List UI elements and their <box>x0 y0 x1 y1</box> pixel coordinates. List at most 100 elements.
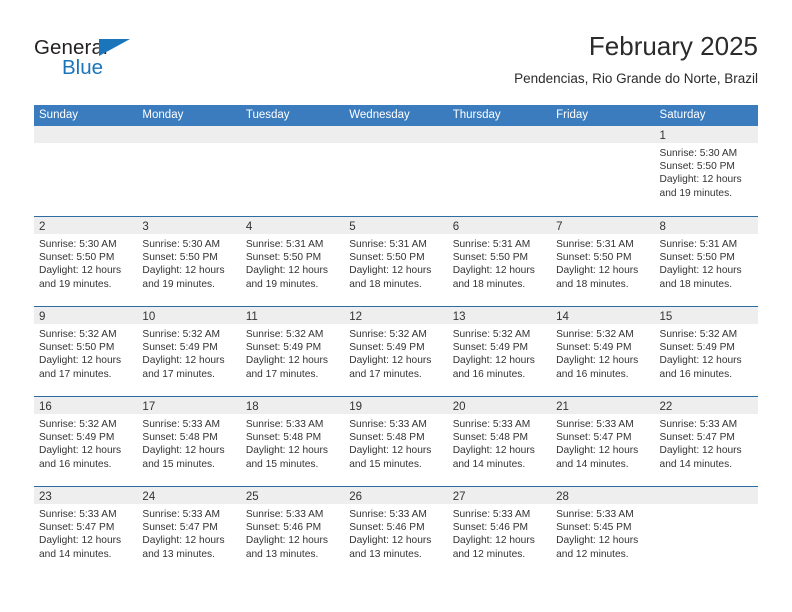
day-number: 27 <box>452 491 466 503</box>
day-details: Sunrise: 5:31 AM Sunset: 5:50 PM Daylight:… <box>448 234 551 291</box>
day-cell-empty <box>344 126 448 216</box>
day-cell[interactable]: 23 Sunrise: 5:33 AM Sunset: 5:47 PM Dayligh… <box>34 487 138 576</box>
sunset-text: Sunset: 5:49 PM <box>556 342 632 354</box>
sunset-text: Sunset: 5:50 PM <box>142 252 218 264</box>
day-cell[interactable]: 10 Sunrise: 5:32 AM Sunset: 5:49 PM Dayligh… <box>137 307 241 396</box>
daylight-text-line1: Daylight: 12 hours <box>659 265 742 277</box>
day-cell[interactable]: 7 Sunrise: 5:31 AM Sunset: 5:50 PM Daylight… <box>551 217 655 306</box>
daylight-text-line1: Daylight: 12 hours <box>245 355 328 367</box>
daylight-text-line1: Daylight: 12 hours <box>245 445 328 457</box>
day-cell[interactable]: 20 Sunrise: 5:33 AM Sunset: 5:48 PM Dayligh… <box>447 397 552 486</box>
day-cell[interactable]: 12 Sunrise: 5:32 AM Sunset: 5:49 PM Dayligh… <box>344 307 448 396</box>
day-number: 25 <box>245 491 259 503</box>
daylight-text-line2: and 16 minutes. <box>452 368 526 380</box>
daylight-text-line1: Daylight: 12 hours <box>452 355 535 367</box>
sunrise-text: Sunrise: 5:32 AM <box>245 329 324 340</box>
day-details: Sunrise: 5:31 AM Sunset: 5:50 PM Daylight:… <box>551 234 654 291</box>
page-title: February 2025 <box>588 31 758 61</box>
day-details: Sunrise: 5:32 AM Sunset: 5:49 PM Daylight:… <box>448 324 551 381</box>
sunrise-text: Sunrise: 5:30 AM <box>142 239 221 250</box>
day-cell[interactable]: 25 Sunrise: 5:33 AM Sunset: 5:46 PM Dayligh… <box>240 487 345 576</box>
day-number-band: 24 <box>137 487 241 504</box>
sunrise-text: Sunrise: 5:31 AM <box>659 239 738 250</box>
day-number: 21 <box>556 401 569 413</box>
day-number: 12 <box>349 311 363 323</box>
week-row: 2 Sunrise: 5:30 AM Sunset: 5:50 PM Daylight… <box>34 216 758 306</box>
day-cell[interactable]: 6 Sunrise: 5:31 AM Sunset: 5:50 PM Daylight… <box>447 217 552 306</box>
sunset-text: Sunset: 5:48 PM <box>245 432 322 444</box>
daylight-text-line2: and 12 minutes. <box>556 548 629 560</box>
day-cell[interactable]: 16 Sunrise: 5:32 AM Sunset: 5:49 PM Dayligh… <box>34 397 138 486</box>
sunrise-text: Sunrise: 5:31 AM <box>245 239 324 250</box>
brand-name-blue: Blue <box>62 56 104 79</box>
sunset-text: Sunset: 5:47 PM <box>556 432 632 444</box>
day-cell[interactable]: 18 Sunrise: 5:33 AM Sunset: 5:48 PM Dayligh… <box>240 397 345 486</box>
daylight-text-line2: and 15 minutes. <box>349 458 422 470</box>
day-cell[interactable]: 5 Sunrise: 5:31 AM Sunset: 5:50 PM Daylight… <box>344 217 448 306</box>
day-cell[interactable]: 8 Sunrise: 5:31 AM Sunset: 5:50 PM Daylight… <box>654 217 758 306</box>
day-number: 3 <box>142 221 149 233</box>
sunrise-text: Sunrise: 5:31 AM <box>556 239 634 250</box>
day-details: Sunrise: 5:32 AM Sunset: 5:49 PM Daylight:… <box>551 324 654 381</box>
day-cell[interactable]: 1 Sunrise: 5:30 AM Sunset: 5:50 PM Daylight… <box>654 126 758 216</box>
brand-logo[interactable]: General Blue <box>34 36 164 88</box>
sunrise-text: Sunrise: 5:30 AM <box>659 148 738 159</box>
day-cell[interactable]: 3 Sunrise: 5:30 AM Sunset: 5:50 PM Daylight… <box>137 217 241 306</box>
sunset-text: Sunset: 5:50 PM <box>556 252 632 264</box>
day-cell[interactable]: 11 Sunrise: 5:32 AM Sunset: 5:49 PM Dayligh… <box>240 307 345 396</box>
day-cell[interactable]: 2 Sunrise: 5:30 AM Sunset: 5:50 PM Daylight… <box>34 217 138 306</box>
day-cell[interactable]: 19 Sunrise: 5:33 AM Sunset: 5:48 PM Dayligh… <box>344 397 448 486</box>
day-cell-empty <box>654 487 758 576</box>
daylight-text-line1: Daylight: 12 hours <box>39 445 122 457</box>
daylight-text-line1: Daylight: 12 hours <box>556 265 639 277</box>
day-number: 11 <box>245 311 258 323</box>
sunrise-text: Sunrise: 5:32 AM <box>659 329 738 340</box>
day-number-band: 15 <box>654 307 758 324</box>
day-cell[interactable]: 15 Sunrise: 5:32 AM Sunset: 5:49 PM Dayligh… <box>654 307 758 396</box>
day-number-band: 23 <box>34 487 138 504</box>
sunset-text: Sunset: 5:48 PM <box>349 432 425 444</box>
daylight-text-line2: and 13 minutes. <box>245 548 319 560</box>
day-cell[interactable]: 24 Sunrise: 5:33 AM Sunset: 5:47 PM Dayligh… <box>137 487 241 576</box>
day-cell[interactable]: 9 Sunrise: 5:32 AM Sunset: 5:50 PM Daylight… <box>34 307 138 396</box>
triangle-logo-icon <box>99 39 130 56</box>
day-cell[interactable]: 28 Sunrise: 5:33 AM Sunset: 5:45 PM Dayligh… <box>551 487 655 576</box>
daylight-text-line2: and 17 minutes. <box>349 368 422 380</box>
daylight-text-line2: and 16 minutes. <box>556 368 629 380</box>
sunset-text: Sunset: 5:49 PM <box>39 432 115 444</box>
daylight-text-line1: Daylight: 12 hours <box>349 265 432 277</box>
day-details: Sunrise: 5:30 AM Sunset: 5:50 PM Daylight:… <box>655 143 758 200</box>
weekday-header-row: Sunday Monday Tuesday Wednesday Thursday Frid… <box>34 105 758 126</box>
day-cell[interactable]: 22 Sunrise: 5:33 AM Sunset: 5:47 PM Dayligh… <box>654 397 758 486</box>
calendar-grid: Sunday Monday Tuesday Wednesday Thursday Frid… <box>34 105 758 576</box>
day-details: Sunrise: 5:33 AM Sunset: 5:48 PM Daylight:… <box>241 414 344 471</box>
day-cell[interactable]: 21 Sunrise: 5:33 AM Sunset: 5:47 PM Dayligh… <box>551 397 655 486</box>
day-number-band: 11 <box>240 307 345 324</box>
week-row: 16 Sunrise: 5:32 AM Sunset: 5:49 PM Dayligh… <box>34 396 758 486</box>
daylight-text-line2: and 17 minutes. <box>39 368 112 380</box>
daylight-text-line1: Daylight: 12 hours <box>349 445 432 457</box>
day-cell[interactable]: 26 Sunrise: 5:33 AM Sunset: 5:46 PM Dayligh… <box>344 487 448 576</box>
day-details: Sunrise: 5:31 AM Sunset: 5:50 PM Daylight:… <box>241 234 344 291</box>
day-cell[interactable]: 27 Sunrise: 5:33 AM Sunset: 5:46 PM Dayligh… <box>447 487 552 576</box>
day-cell[interactable]: 4 Sunrise: 5:31 AM Sunset: 5:50 PM Daylight… <box>240 217 345 306</box>
day-cell[interactable]: 13 Sunrise: 5:32 AM Sunset: 5:49 PM Dayligh… <box>447 307 552 396</box>
day-number-band: 13 <box>447 307 552 324</box>
day-details: Sunrise: 5:33 AM Sunset: 5:47 PM Daylight:… <box>34 504 137 561</box>
day-number-band: 8 <box>654 217 758 234</box>
daylight-text-line1: Daylight: 12 hours <box>142 535 225 547</box>
day-cell[interactable]: 17 Sunrise: 5:33 AM Sunset: 5:48 PM Dayligh… <box>137 397 241 486</box>
day-number-band: 4 <box>240 217 345 234</box>
daylight-text-line2: and 15 minutes. <box>142 458 215 470</box>
day-number: 8 <box>659 221 666 233</box>
sunset-text: Sunset: 5:49 PM <box>142 342 218 354</box>
sunset-text: Sunset: 5:49 PM <box>245 342 322 354</box>
day-cell[interactable]: 14 Sunrise: 5:32 AM Sunset: 5:49 PM Dayligh… <box>551 307 655 396</box>
day-number-band: 7 <box>551 217 655 234</box>
sunrise-text: Sunrise: 5:33 AM <box>556 509 634 520</box>
sunset-text: Sunset: 5:46 PM <box>245 522 322 534</box>
day-cell-empty <box>447 126 552 216</box>
day-details: Sunrise: 5:33 AM Sunset: 5:48 PM Daylight:… <box>344 414 447 471</box>
sunset-text: Sunset: 5:50 PM <box>349 252 425 264</box>
day-details: Sunrise: 5:33 AM Sunset: 5:46 PM Daylight:… <box>448 504 551 561</box>
